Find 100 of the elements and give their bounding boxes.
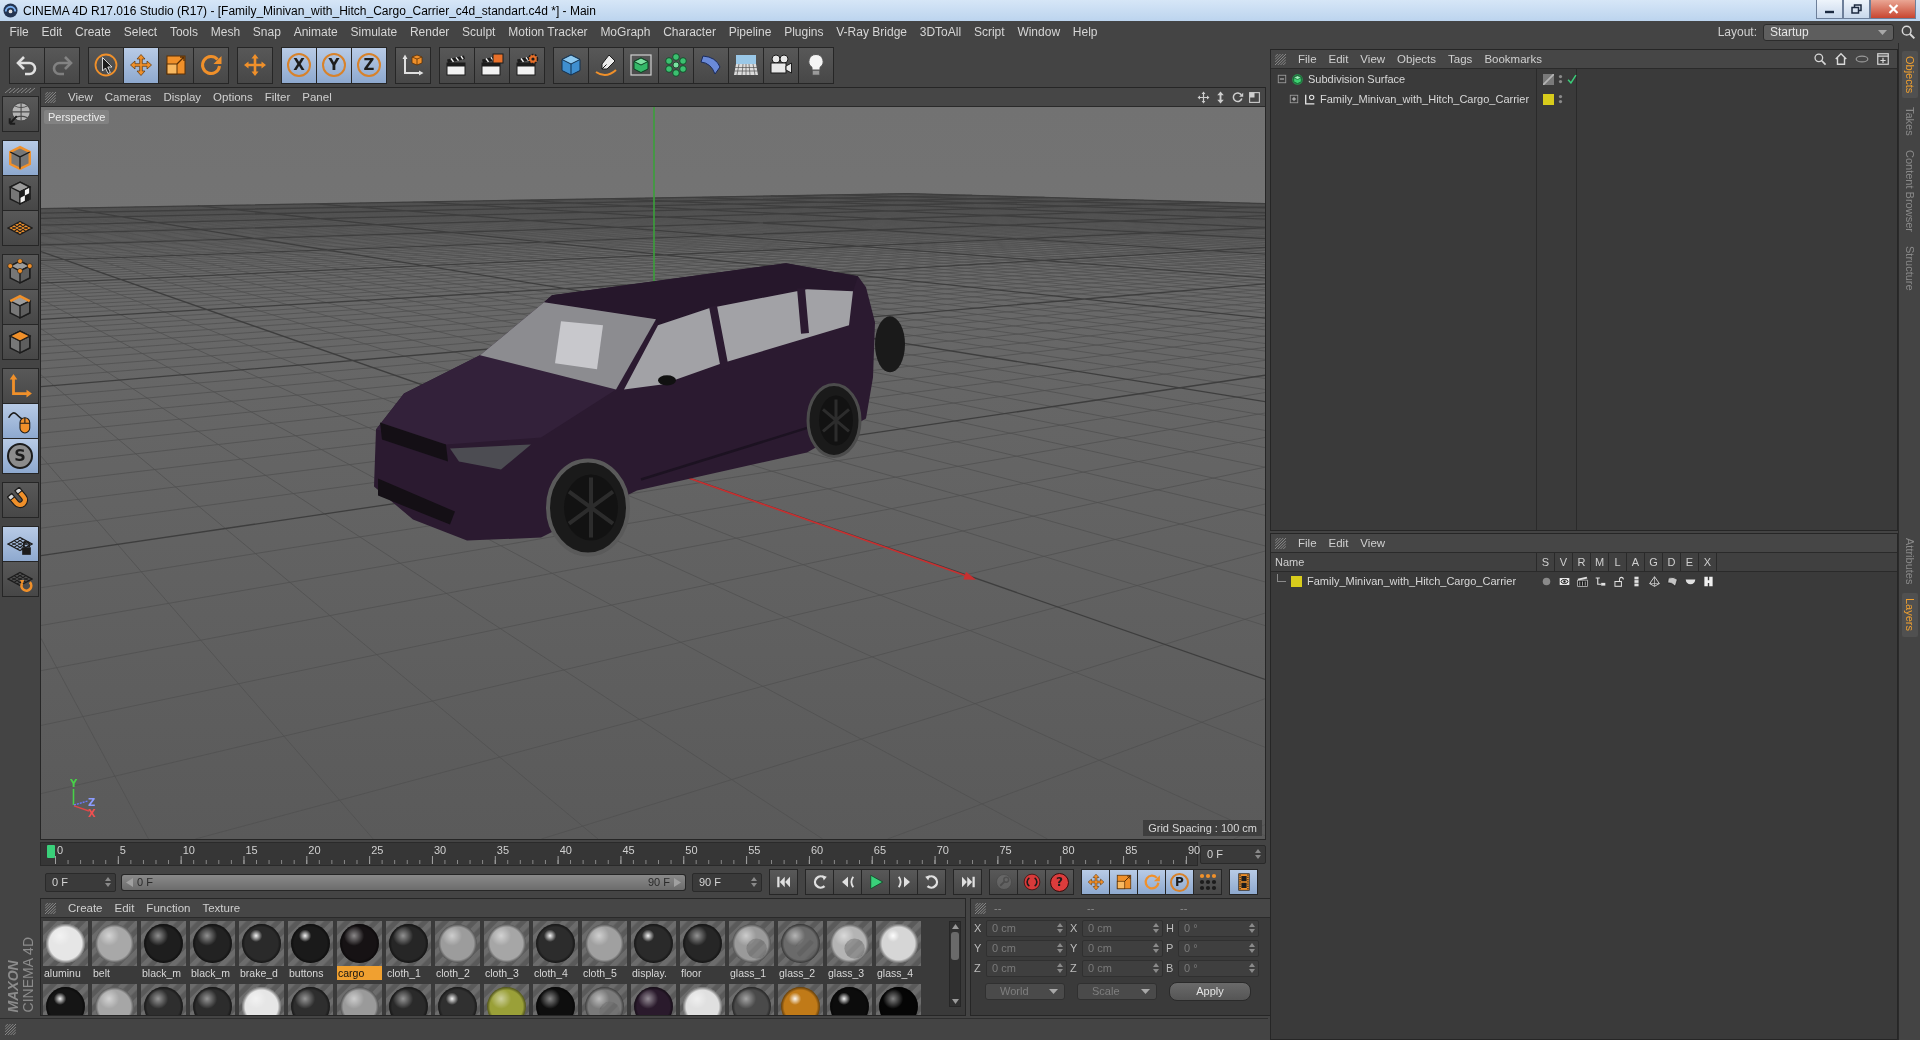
side-tab[interactable]: Objects [1901,51,1918,99]
scrollbar[interactable] [949,921,961,1007]
undo-button[interactable] [9,46,45,84]
render-settings-button[interactable] [509,46,545,84]
column-header[interactable]: E [1681,553,1699,571]
menu-item[interactable]: File [1292,537,1323,549]
pan-icon[interactable] [1197,90,1210,104]
menu-item[interactable]: Sculpt [455,25,502,39]
clapperboard-icon[interactable] [1576,575,1588,587]
make-editable-button[interactable] [1,96,39,132]
menu-item[interactable]: View [1354,537,1392,549]
material-preview[interactable] [778,921,823,966]
tweak-button[interactable] [1,403,39,439]
column-header[interactable]: G [1645,553,1663,571]
go-start-button[interactable] [769,869,798,895]
column-header[interactable]: Name [1271,553,1537,571]
menu-item[interactable]: Function [140,902,197,914]
material-preview[interactable] [729,921,774,966]
menu-item[interactable]: Window [1011,25,1067,39]
maximize-icon[interactable] [1248,90,1261,104]
material-preview[interactable] [190,921,235,966]
column-header[interactable]: X [1699,553,1717,571]
menu-item[interactable]: Bookmarks [1478,53,1548,65]
points-button[interactable] [1,254,39,290]
pyramid-icon[interactable] [1648,575,1660,587]
column-header[interactable]: A [1627,553,1645,571]
search-icon[interactable] [1813,52,1827,66]
key-param-button[interactable]: P [1165,869,1194,895]
menu-item[interactable]: V-Ray Bridge [829,25,914,39]
material-preview[interactable] [435,921,480,966]
h-shape-icon[interactable] [1702,575,1714,587]
polygons-button[interactable] [1,324,39,360]
next-frame-button[interactable] [889,869,918,895]
layer-color-swatch[interactable] [1543,93,1554,105]
menu-item[interactable]: Edit [35,25,69,39]
key-position-button[interactable] [1081,869,1110,895]
column-header[interactable]: L [1609,553,1627,571]
light-button[interactable] [798,46,834,84]
play-button[interactable] [861,869,890,895]
hierarchy-icon[interactable] [1594,575,1606,587]
check-icon[interactable] [1567,74,1577,84]
menu-item[interactable]: Help [1066,25,1104,39]
subdivision-button[interactable] [623,46,659,84]
hatched-square-icon[interactable] [1543,73,1554,85]
menu-item[interactable]: Cameras [98,91,158,103]
lock-workplane-button[interactable] [1,526,39,562]
menu-item[interactable]: File [1292,53,1323,65]
prev-frame-button[interactable] [833,869,862,895]
menu-item[interactable]: Filter [258,91,297,103]
column-header[interactable]: S [1537,553,1555,571]
menu-item[interactable]: Panel [296,91,338,103]
axis-button[interactable] [1,368,39,404]
visibility-dots-icon[interactable] [1558,94,1563,104]
menu-item[interactable]: Pipeline [722,25,778,39]
frame-field[interactable]: 0 F [1200,844,1266,864]
key-rotation-button[interactable] [1137,869,1166,895]
restore-button[interactable] [1843,0,1870,19]
floor-button[interactable] [728,46,764,84]
menu-item[interactable]: View [1354,53,1392,65]
material-preview[interactable] [288,921,333,966]
material-preview[interactable] [92,921,137,966]
house-icon[interactable] [1834,52,1848,66]
layout-dropdown[interactable]: Startup [1763,23,1894,41]
padlock-icon[interactable] [1612,575,1624,587]
oval-icon[interactable] [1855,52,1869,66]
minimize-button[interactable] [1816,0,1843,19]
next-key-button[interactable] [917,869,946,895]
texture-button[interactable] [1,175,39,211]
layer-color-swatch[interactable] [1291,575,1302,587]
material-preview[interactable] [876,921,921,966]
edges-button[interactable] [1,289,39,325]
frame-field[interactable]: 90 F [692,872,762,892]
menu-item[interactable]: Mesh [204,25,247,39]
model-button[interactable] [1,140,39,176]
menu-item[interactable]: Simulate [344,25,404,39]
bend-icon[interactable] [1666,575,1678,587]
material-preview[interactable] [680,921,725,966]
workplane-button[interactable] [1,210,39,246]
auto-key-button[interactable] [1017,869,1046,895]
planar-workplane-button[interactable] [1,561,39,597]
scroll-thumb[interactable] [951,932,959,960]
material-preview[interactable] [484,921,529,966]
menu-item[interactable]: Motion Tracker [501,25,594,39]
material-preview[interactable] [239,921,284,966]
deformer-button[interactable] [693,46,729,84]
menu-item[interactable]: Snap [246,25,288,39]
expand-box-icon[interactable] [1289,94,1299,104]
menu-item[interactable]: Render [403,25,456,39]
menu-item[interactable]: Select [117,25,164,39]
material-preview[interactable] [533,921,578,966]
menu-item[interactable]: Character [656,25,723,39]
search-icon[interactable] [1900,24,1916,40]
menu-item[interactable]: Edit [1322,537,1355,549]
visibility-dots-icon[interactable] [1558,74,1563,84]
coords-button[interactable] [395,46,431,84]
column-header[interactable]: M [1591,553,1609,571]
material-preview[interactable] [141,921,186,966]
menu-item[interactable]: Objects [1391,53,1443,65]
menu-item[interactable]: File [3,25,36,39]
scale-button[interactable] [158,46,194,84]
